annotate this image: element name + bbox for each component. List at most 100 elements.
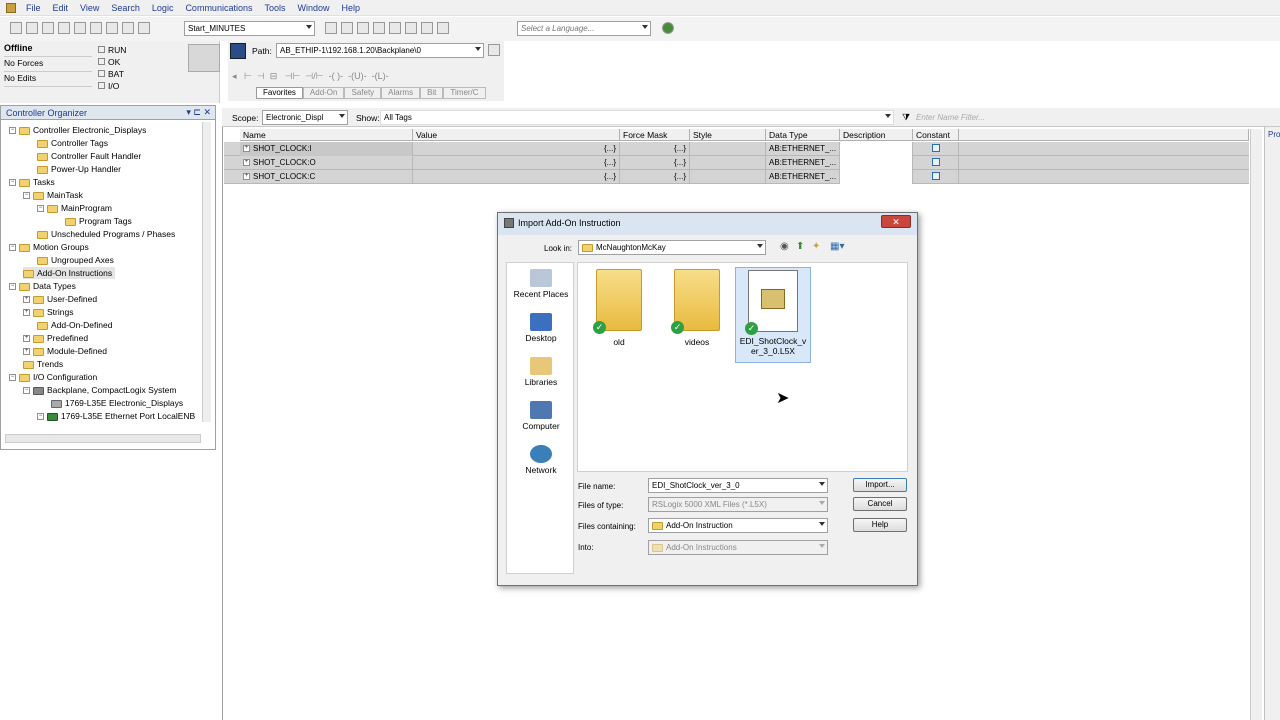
mode-status[interactable]: Offline (4, 43, 92, 57)
print-icon[interactable] (58, 22, 70, 34)
save-icon[interactable] (42, 22, 54, 34)
place-network[interactable]: Network (507, 445, 575, 475)
show-combo[interactable]: All Tags (380, 110, 894, 125)
organizer-hscroll[interactable] (5, 434, 201, 443)
tree-tasks[interactable]: − Tasks (9, 176, 55, 188)
file-name-input[interactable]: EDI_ShotClock_ver_3_0 (648, 478, 828, 493)
tab-safety[interactable]: Safety (344, 87, 382, 99)
tab-add-on[interactable]: Add-On (302, 87, 345, 99)
organizer-vscroll[interactable] (202, 122, 211, 422)
tree-add-on-defined[interactable]: Add-On-Defined (37, 319, 112, 331)
file-type-combo[interactable]: RSLogix 5000 XML Files (*.L5X) (648, 497, 828, 512)
path-combo[interactable]: AB_ETHIP-1\192.168.1.20\Backplane\0 (276, 43, 484, 58)
paste-icon[interactable] (106, 22, 118, 34)
tree-mainprogram[interactable]: − MainProgram (37, 202, 112, 214)
col-value[interactable]: Value (413, 129, 620, 141)
tree-unscheduled[interactable]: Unscheduled Programs / Phases (37, 228, 175, 240)
file-item-l5x[interactable]: ✓ EDI_ShotClock_ver_3_0.L5X (735, 267, 811, 363)
tab-timer[interactable]: Timer/C (443, 87, 486, 99)
place-libraries[interactable]: Libraries (507, 357, 575, 387)
place-computer[interactable]: Computer (507, 401, 575, 431)
redo-icon[interactable] (138, 22, 150, 34)
language-combo[interactable]: Select a Language... (517, 21, 651, 36)
place-recent[interactable]: Recent Places (507, 269, 575, 299)
new-icon[interactable] (10, 22, 22, 34)
edits-status[interactable]: No Edits (4, 73, 92, 87)
menu-logic[interactable]: Logic (152, 3, 174, 13)
menu-window[interactable]: Window (297, 3, 329, 13)
tree-maintask[interactable]: − MainTask (23, 189, 83, 201)
tree-trends[interactable]: Trends (23, 358, 63, 370)
menu-view[interactable]: View (80, 3, 99, 13)
who-active-icon[interactable] (488, 44, 500, 56)
place-desktop[interactable]: Desktop (507, 313, 575, 343)
copy-icon[interactable] (90, 22, 102, 34)
tree-controller[interactable]: − Controller Electronic_Displays (9, 124, 146, 136)
tree-controller-tags[interactable]: Controller Tags (37, 137, 108, 149)
forces-status[interactable]: No Forces (4, 58, 92, 72)
menu-search[interactable]: Search (111, 3, 140, 13)
containing-combo[interactable]: Add-On Instruction (648, 518, 828, 533)
menu-edit[interactable]: Edit (53, 3, 69, 13)
table-row[interactable]: + SHOT_CLOCK:C {...} {...} AB:ETHERNET_..… (224, 170, 1249, 184)
network-icon[interactable] (230, 43, 246, 59)
new-folder-icon[interactable]: ✦ (812, 241, 820, 252)
undo-icon[interactable] (122, 22, 134, 34)
col-description[interactable]: Description (840, 129, 913, 141)
filter-icon[interactable]: ⧩ (902, 112, 910, 123)
scope-combo[interactable]: Electronic_Displ (262, 110, 348, 125)
table-row[interactable]: + SHOT_CLOCK:I {...} {...} AB:ETHERNET_..… (224, 142, 1249, 156)
tree-io-configuration[interactable]: − I/O Configuration (9, 371, 97, 383)
name-filter-input[interactable]: Enter Name Filter... (916, 113, 985, 122)
col-style[interactable]: Style (690, 129, 766, 141)
cut-icon[interactable] (74, 22, 86, 34)
open-icon[interactable] (26, 22, 38, 34)
menu-file[interactable]: File (26, 3, 41, 13)
zoom-in-icon[interactable] (421, 22, 433, 34)
browse-icon[interactable] (357, 22, 369, 34)
tree-program-tags[interactable]: Program Tags (65, 215, 132, 227)
tree-predefined[interactable]: + Predefined (23, 332, 88, 344)
back-icon[interactable]: ◉ (780, 241, 789, 252)
grid-vscroll[interactable] (1250, 129, 1262, 720)
file-item-videos[interactable]: ✓ videos (662, 269, 732, 347)
import-button[interactable]: Import... (853, 478, 907, 492)
tree-controller-module[interactable]: 1769-L35E Electronic_Displays (51, 397, 183, 409)
routine-combo[interactable]: Start_MINUTES (184, 21, 315, 36)
cancel-button[interactable]: Cancel (853, 497, 907, 511)
tree-module-defined[interactable]: + Module-Defined (23, 345, 107, 357)
find-next-icon[interactable] (341, 22, 353, 34)
chart-icon[interactable] (405, 22, 417, 34)
tree-add-on-instructions[interactable]: Add-On Instructions (23, 267, 116, 279)
tab-bit[interactable]: Bit (420, 87, 444, 99)
look-in-combo[interactable]: McNaughtonMcKay (578, 240, 766, 255)
table-row[interactable]: + SHOT_CLOCK:O {...} {...} AB:ETHERNET_..… (224, 156, 1249, 170)
verify-icon[interactable] (373, 22, 385, 34)
view-menu-icon[interactable]: ▦▾ (830, 241, 844, 252)
tree-ungrouped-axes[interactable]: Ungrouped Axes (37, 254, 114, 266)
into-combo[interactable]: Add-On Instructions (648, 540, 828, 555)
tree-motion-groups[interactable]: − Motion Groups (9, 241, 89, 253)
menu-help[interactable]: Help (342, 3, 361, 13)
globe-icon[interactable] (662, 22, 674, 34)
file-item-old[interactable]: ✓ old (584, 269, 654, 347)
tree-power-up-handler[interactable]: Power-Up Handler (37, 163, 121, 175)
col-constant[interactable]: Constant (913, 129, 959, 141)
menu-communications[interactable]: Communications (185, 3, 252, 13)
zoom-out-icon[interactable] (437, 22, 449, 34)
tree-ethernet-port[interactable]: −1769-L35E Ethernet Port LocalENB (37, 410, 195, 422)
col-force-mask[interactable]: Force Mask (620, 129, 690, 141)
tree-fault-handler[interactable]: Controller Fault Handler (37, 150, 141, 162)
properties-icon[interactable] (389, 22, 401, 34)
close-icon[interactable]: ▾ ⊏ ✕ (186, 107, 211, 118)
up-folder-icon[interactable]: ⬆ (796, 241, 804, 252)
col-data-type[interactable]: Data Type (766, 129, 840, 141)
tree-data-types[interactable]: − Data Types (9, 280, 76, 292)
help-button[interactable]: Help (853, 518, 907, 532)
tab-alarms[interactable]: Alarms (381, 87, 421, 99)
properties-tab[interactable]: Pro (1268, 130, 1280, 139)
tree-strings[interactable]: + Strings (23, 306, 73, 318)
find-icon[interactable] (325, 22, 337, 34)
menu-tools[interactable]: Tools (264, 3, 285, 13)
tree-user-defined[interactable]: + User-Defined (23, 293, 97, 305)
